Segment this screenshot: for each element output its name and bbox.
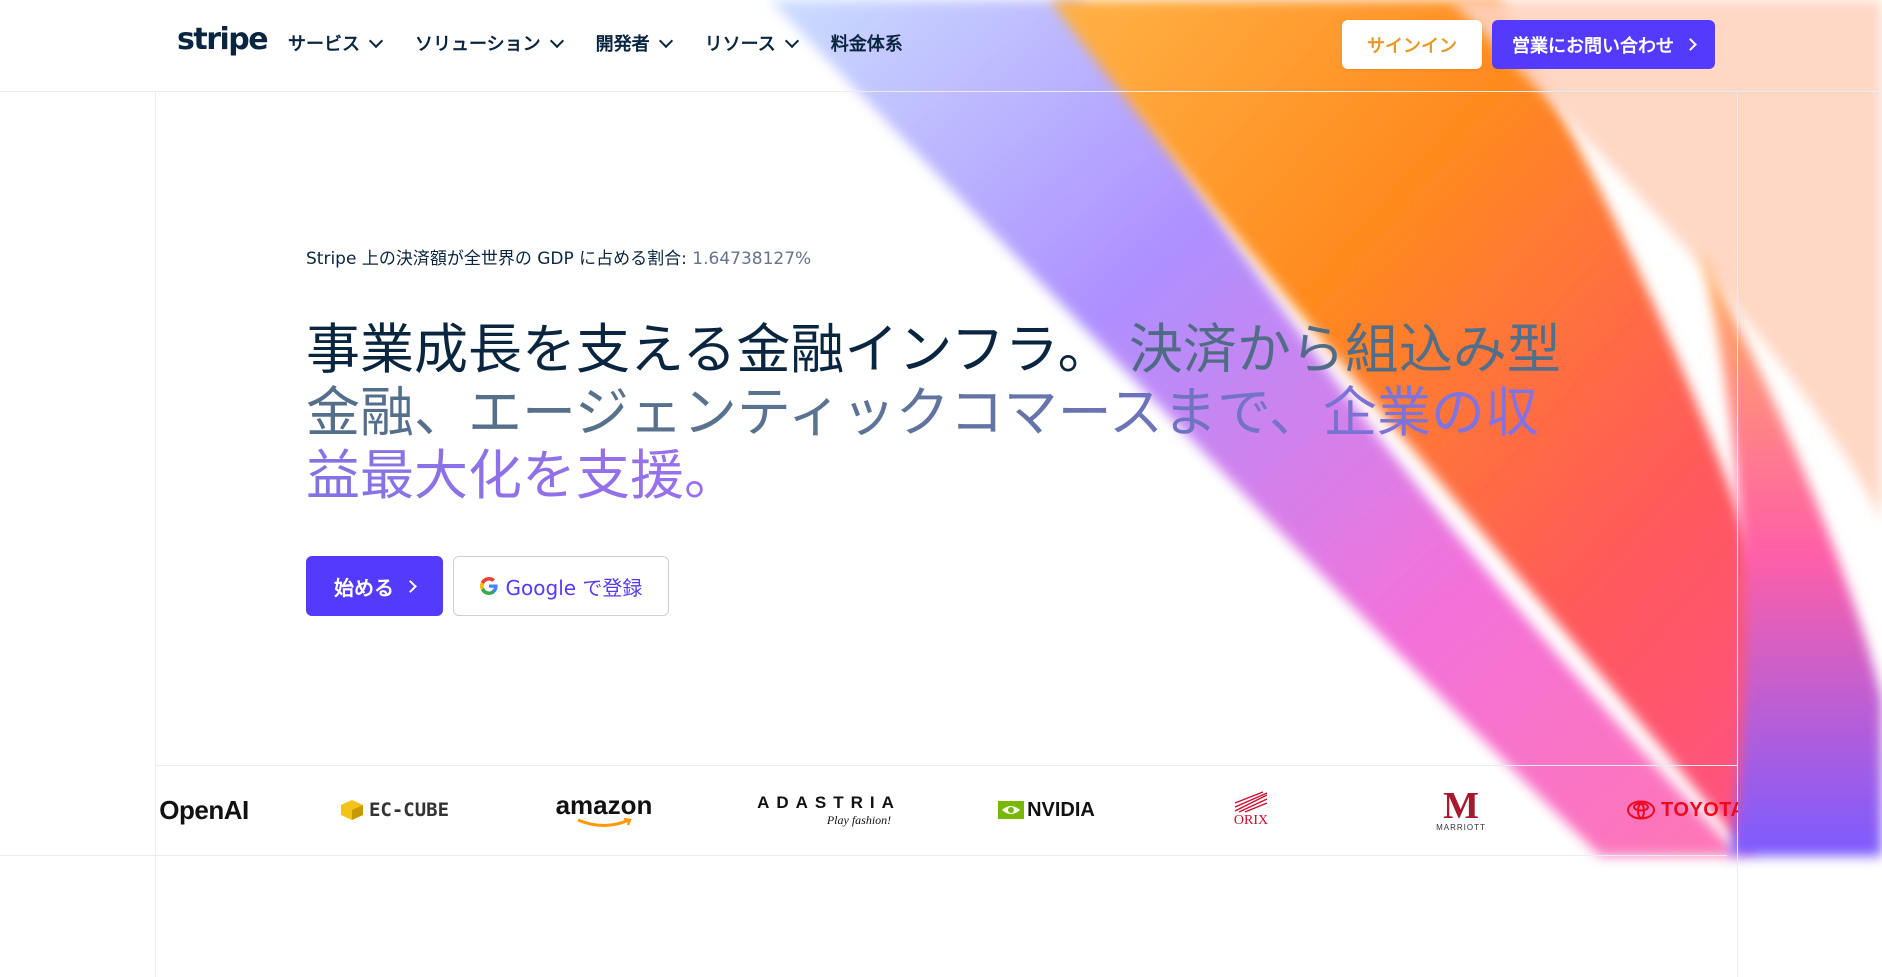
stripe-logo[interactable]: stripe [177,22,269,57]
headline-primary: 事業成長を支える金融インフラ。 [306,318,1112,381]
amazon-smile-icon [577,818,632,827]
hero-cta-row: 始める Google で登録 [306,556,669,616]
logo-openai: OpenAI [159,794,249,825]
logo-adastria: ADASTRIA Play fashion! [757,792,901,827]
grid-line-logos-bottom [0,855,1727,856]
nav-label: サービス [288,34,360,55]
google-icon [479,577,498,595]
hero-headline: 事業成長を支える金融インフラ。 決済から組込み型金融、エージェンティックコマース… [306,318,1566,507]
nav-item-pricing[interactable]: 料金体系 [831,30,903,56]
header-divider [0,91,1882,92]
nav-item-solutions[interactable]: ソリューション [415,30,564,56]
logo-amazon: amazon [554,766,654,854]
adastria-tagline: Play fashion! [826,812,892,827]
gdp-stat: Stripe 上の決済額が全世界の GDP に占める割合: 1.64738127… [306,244,811,269]
nav-item-resources[interactable]: リソース [704,30,799,56]
cube-icon [340,800,363,820]
nav-item-services[interactable]: サービス [288,30,384,56]
chevron-right-icon [1684,38,1697,51]
nav-label: 開発者 [595,34,650,55]
gdp-value: 1.64738127% [692,249,812,269]
start-label: 始める [334,575,394,600]
start-button[interactable]: 始める [306,556,443,616]
gdp-label: Stripe 上の決済額が全世界の GDP に占める割合: [306,249,687,269]
contact-label: 営業にお問い合わせ [1512,35,1674,57]
logo-nvidia: NVIDIA [989,766,1104,854]
nav-label: 料金体系 [830,34,903,55]
chevron-down-icon [549,33,564,48]
logo-marriott: M MARRIOTT [1436,784,1486,832]
chevron-down-icon [658,33,673,48]
contact-sales-button[interactable]: 営業にお問い合わせ [1492,20,1715,69]
chevron-down-icon [368,33,384,48]
logo-eccube: EC-CUBE [332,766,457,854]
toyota-emblem-icon [1627,800,1655,820]
customer-logo-strip: OpenAI EC-CUBE amazon ADASTRIA Play fash… [156,766,1738,854]
google-label: Google で登録 [505,575,643,600]
nav-item-developers[interactable]: 開発者 [595,30,673,56]
main-nav: サービス ソリューション 開発者 リソース 料金体系 [288,30,937,56]
nav-label: ソリューション [415,34,541,55]
orix-mark-icon [1234,791,1268,813]
chevron-right-icon [404,579,417,593]
marriott-m-icon: M [1443,784,1479,827]
logo-orix: ORIX [1216,766,1286,854]
chevron-down-icon [784,33,799,48]
nvidia-eye-icon [998,801,1025,819]
site-header: stripe サービス ソリューション 開発者 リソース 料金体系 サインイン … [0,0,1882,92]
nav-label: リソース [704,34,776,55]
signin-label: サインイン [1367,35,1457,57]
signin-button[interactable]: サインイン [1342,20,1482,69]
logo-toyota: TOYOTA [1626,766,1738,854]
google-signup-button[interactable]: Google で登録 [453,556,669,616]
